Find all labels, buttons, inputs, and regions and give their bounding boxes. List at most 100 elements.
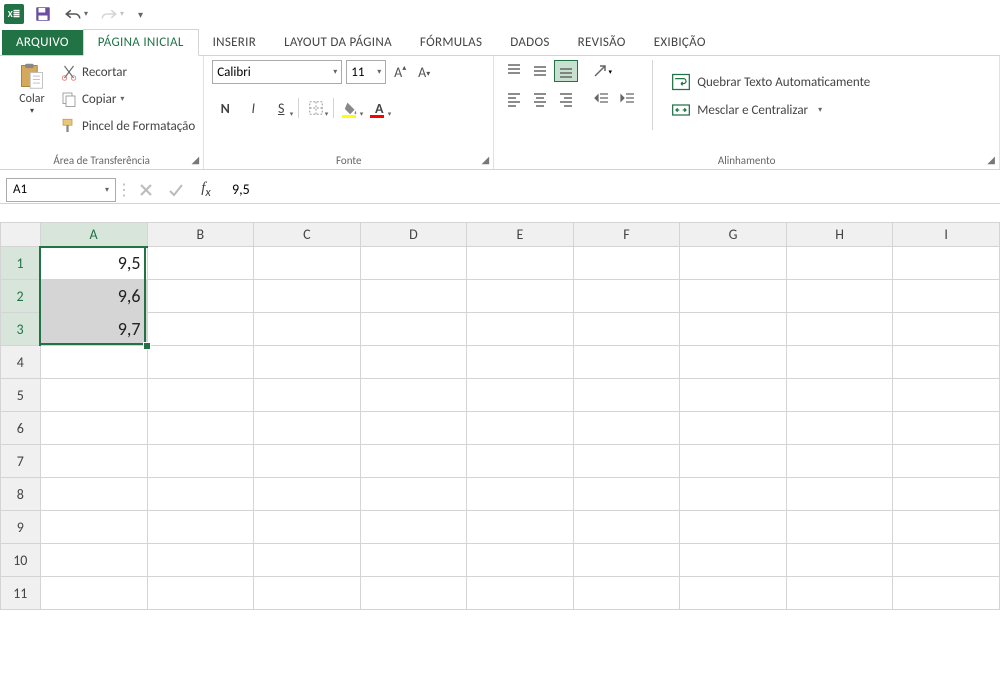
cell[interactable] <box>147 379 254 412</box>
cell[interactable] <box>254 280 361 313</box>
cell[interactable] <box>467 544 574 577</box>
tab-review[interactable]: REVISÃO <box>564 30 640 55</box>
cell[interactable] <box>573 511 680 544</box>
cell[interactable] <box>147 313 254 346</box>
cell[interactable] <box>893 379 1000 412</box>
cell[interactable] <box>680 247 787 280</box>
cell[interactable] <box>893 544 1000 577</box>
clipboard-dialog-launcher[interactable]: ◢ <box>192 153 200 166</box>
cell[interactable]: 9,7 <box>40 313 147 346</box>
cell[interactable] <box>573 478 680 511</box>
row-header[interactable]: 4 <box>1 346 41 379</box>
cell[interactable]: 9,6 <box>40 280 147 313</box>
align-top-button[interactable] <box>502 60 526 82</box>
cell[interactable] <box>573 379 680 412</box>
cell[interactable] <box>360 313 467 346</box>
merge-center-button[interactable]: Mesclar e Centralizar ▾ <box>671 98 870 122</box>
cell[interactable] <box>360 544 467 577</box>
orientation-button[interactable]: ▾ <box>590 60 614 82</box>
save-button[interactable] <box>32 3 54 25</box>
tab-insert[interactable]: INSERIR <box>199 30 270 55</box>
tab-page-layout[interactable]: LAYOUT DA PÁGINA <box>270 30 406 55</box>
column-header[interactable]: E <box>467 223 574 247</box>
cell[interactable] <box>467 445 574 478</box>
cell[interactable] <box>786 445 893 478</box>
cell[interactable] <box>573 313 680 346</box>
select-all-corner[interactable] <box>1 223 41 247</box>
cell[interactable] <box>893 313 1000 346</box>
cell[interactable] <box>786 379 893 412</box>
cell[interactable] <box>786 577 893 610</box>
cell[interactable] <box>786 412 893 445</box>
format-painter-button[interactable]: Pincel de Formatação <box>60 114 195 138</box>
redo-button[interactable]: ▾ <box>98 3 126 25</box>
cell[interactable] <box>573 544 680 577</box>
cell[interactable]: 9,5 <box>40 247 147 280</box>
cell[interactable] <box>893 478 1000 511</box>
cell[interactable] <box>467 280 574 313</box>
cell[interactable] <box>40 445 147 478</box>
tab-home[interactable]: PÁGINA INICIAL <box>83 29 199 56</box>
cell[interactable] <box>893 280 1000 313</box>
font-dialog-launcher[interactable]: ◢ <box>482 153 490 166</box>
italic-button[interactable]: I <box>240 96 266 120</box>
cell[interactable] <box>786 511 893 544</box>
cell[interactable] <box>147 346 254 379</box>
font-name-combo[interactable]: Calibri ▾ <box>212 60 342 84</box>
cell[interactable] <box>573 247 680 280</box>
tab-file[interactable]: ARQUIVO <box>2 30 83 55</box>
font-color-button[interactable]: A ▾ <box>366 96 392 120</box>
cut-button[interactable]: Recortar <box>60 60 195 84</box>
formula-bar-grip[interactable]: ⋮ <box>120 178 128 202</box>
cell[interactable] <box>680 577 787 610</box>
cell[interactable] <box>893 346 1000 379</box>
cell[interactable] <box>147 544 254 577</box>
tab-view[interactable]: EXIBIÇÃO <box>640 30 720 55</box>
cell[interactable] <box>573 412 680 445</box>
cell[interactable] <box>360 280 467 313</box>
cell[interactable] <box>254 247 361 280</box>
cell[interactable] <box>360 346 467 379</box>
row-header[interactable]: 8 <box>1 478 41 511</box>
cell[interactable] <box>680 544 787 577</box>
name-box[interactable]: A1 ▾ <box>6 178 116 202</box>
cell[interactable] <box>40 379 147 412</box>
row-header[interactable]: 6 <box>1 412 41 445</box>
cell[interactable] <box>573 577 680 610</box>
cell[interactable] <box>147 511 254 544</box>
formula-input[interactable] <box>224 178 1000 202</box>
align-middle-button[interactable] <box>528 60 552 82</box>
row-header[interactable]: 7 <box>1 445 41 478</box>
cell[interactable] <box>786 313 893 346</box>
fill-color-button[interactable]: ▾ <box>338 96 364 120</box>
cell[interactable] <box>680 445 787 478</box>
cell[interactable] <box>893 511 1000 544</box>
cell[interactable] <box>467 313 574 346</box>
cell[interactable] <box>786 544 893 577</box>
paste-button[interactable]: Colar ▾ <box>8 60 56 118</box>
cell[interactable] <box>360 577 467 610</box>
column-header[interactable]: H <box>786 223 893 247</box>
cell[interactable] <box>893 412 1000 445</box>
cancel-formula-button[interactable] <box>132 178 160 202</box>
cell[interactable] <box>573 346 680 379</box>
cell[interactable] <box>467 412 574 445</box>
increase-indent-button[interactable] <box>616 88 640 110</box>
cell[interactable] <box>467 379 574 412</box>
cell[interactable] <box>147 478 254 511</box>
decrease-font-button[interactable]: A▾ <box>414 62 434 82</box>
cell[interactable] <box>467 511 574 544</box>
customize-qat-button[interactable]: ▾ <box>134 6 145 23</box>
row-header[interactable]: 5 <box>1 379 41 412</box>
cell[interactable] <box>147 412 254 445</box>
undo-caret-icon[interactable]: ▾ <box>84 9 88 19</box>
row-header[interactable]: 9 <box>1 511 41 544</box>
cell[interactable] <box>573 280 680 313</box>
column-header[interactable]: I <box>893 223 1000 247</box>
row-header[interactable]: 1 <box>1 247 41 280</box>
column-header[interactable]: B <box>147 223 254 247</box>
cell[interactable] <box>254 445 361 478</box>
cell[interactable] <box>254 379 361 412</box>
cell[interactable] <box>147 577 254 610</box>
cell[interactable] <box>680 412 787 445</box>
